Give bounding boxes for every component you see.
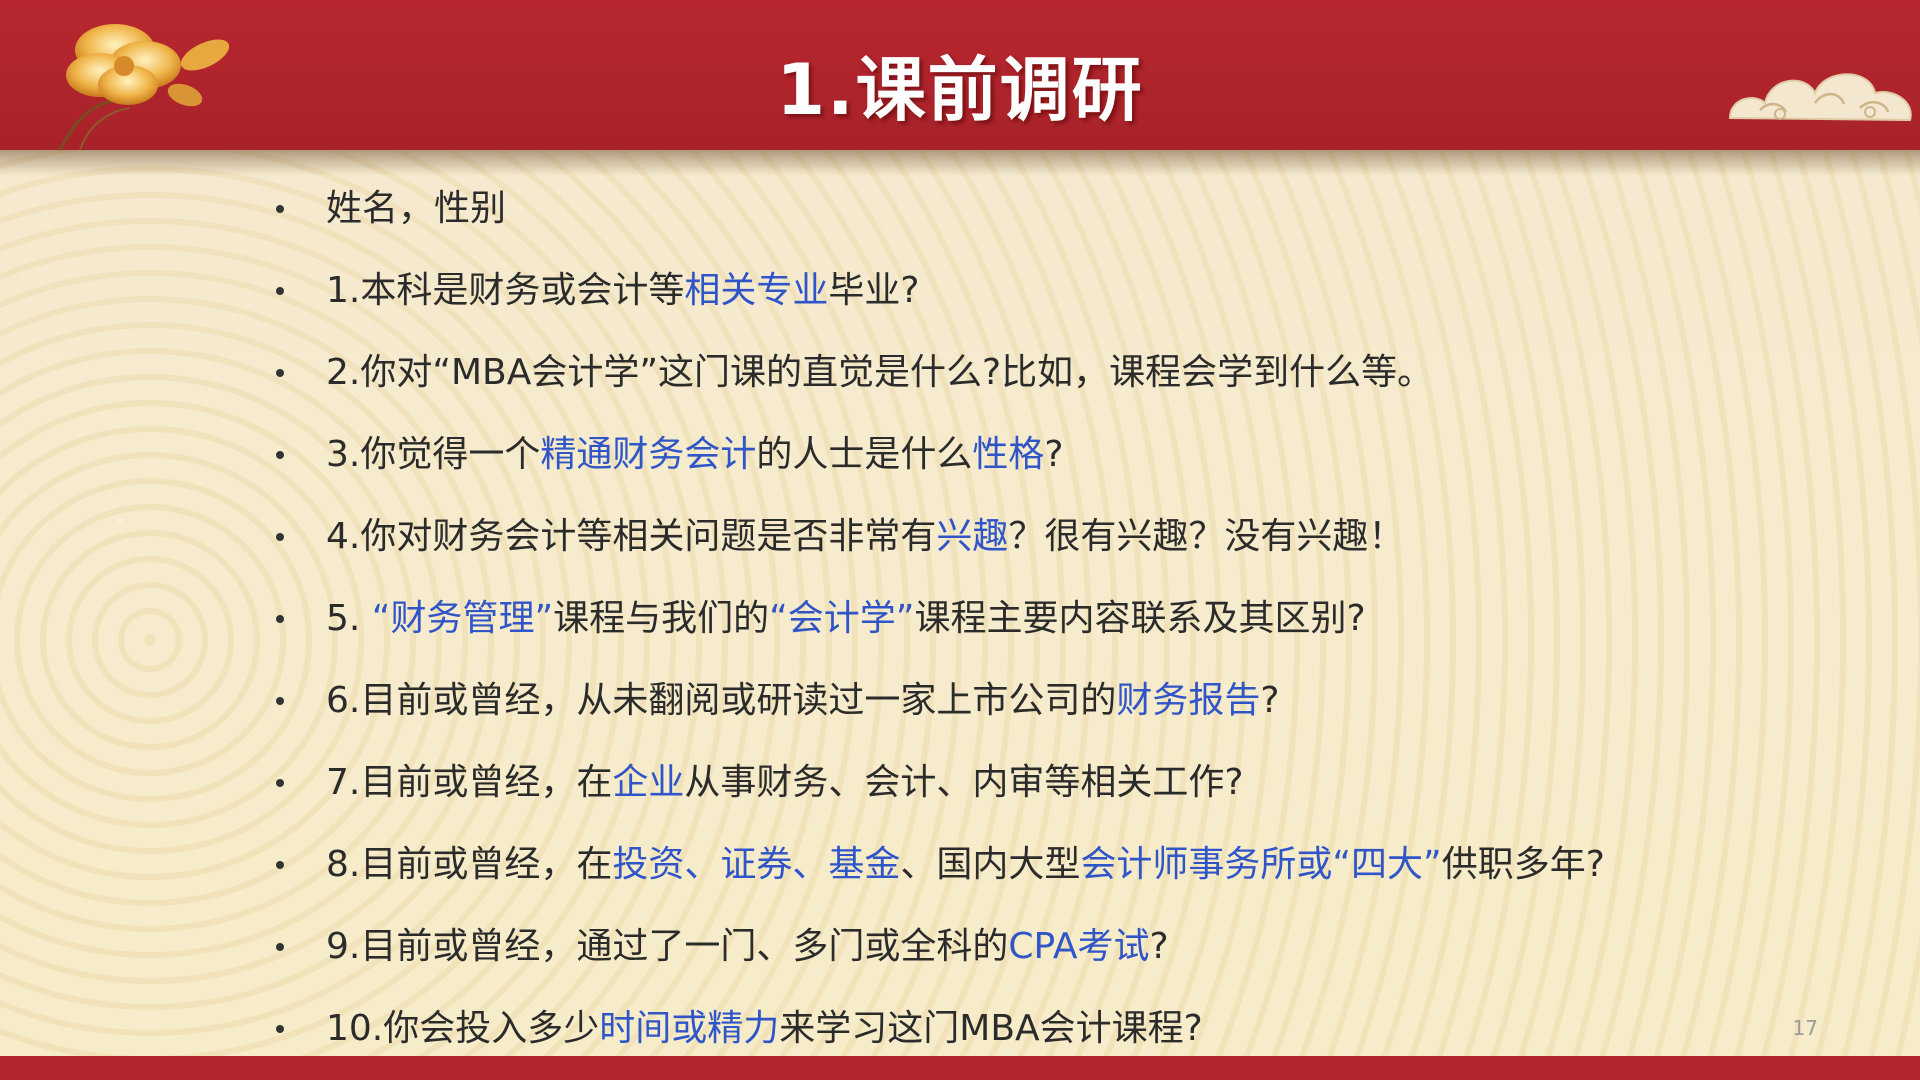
bullet-icon xyxy=(270,742,290,824)
highlighted-text: 精通财务会计 xyxy=(540,434,757,475)
text-segment: 8.目前或曾经，在 xyxy=(326,844,613,885)
highlighted-text: 财务报告 xyxy=(1116,680,1261,721)
list-item-text: 8.目前或曾经，在投资、证券、基金、国内大型会计师事务所或“四大”供职多年? xyxy=(326,824,1605,906)
text-segment: 4.你对财务会计等相关问题是否非常有 xyxy=(326,516,937,557)
slide: 1.课前调研 姓名，性别 1.本科是财务或会计等相关专业毕业? 2.你对“MBA会计… xyxy=(0,0,1920,1080)
list-item-text: 3.你觉得一个精通财务会计的人士是什么性格? xyxy=(326,414,1064,496)
text-segment: ? xyxy=(1260,680,1280,721)
text-segment: 1.本科是财务或会计等 xyxy=(326,270,685,311)
list-item-text: 7.目前或曾经，在企业从事财务、会计、内审等相关工作? xyxy=(326,742,1243,824)
list-item-text: 1.本科是财务或会计等相关专业毕业? xyxy=(326,250,919,332)
list-item: 8.目前或曾经，在投资、证券、基金、国内大型会计师事务所或“四大”供职多年? xyxy=(270,824,1870,906)
bullet-icon xyxy=(270,906,290,988)
text-segment: 3.你觉得一个 xyxy=(326,434,541,475)
text-segment: 毕业? xyxy=(828,270,920,311)
list-item: 1.本科是财务或会计等相关专业毕业? xyxy=(270,250,1870,332)
highlighted-text: 兴趣 xyxy=(936,516,1009,557)
bullet-icon xyxy=(270,660,290,742)
bullet-icon xyxy=(270,168,290,250)
text-segment: 的人士是什么 xyxy=(756,434,973,475)
list-item-text: 4.你对财务会计等相关问题是否非常有兴趣？很有兴趣？没有兴趣！ xyxy=(326,496,1404,578)
highlighted-text: 会计师事务所或“四大” xyxy=(1080,844,1442,885)
page-number: 17 xyxy=(1792,1016,1818,1040)
text-segment: 10.你会投入多少 xyxy=(326,1008,600,1049)
text-segment: 、国内大型 xyxy=(900,844,1081,885)
highlighted-text: CPA考试 xyxy=(1008,926,1150,967)
text-segment: ？很有兴趣？没有兴趣！ xyxy=(1008,516,1405,557)
text-segment: 7.目前或曾经，在 xyxy=(326,762,613,803)
list-item: 5. “财务管理”课程与我们的“会计学”课程主要内容联系及其区别? xyxy=(270,578,1870,660)
text-segment: 课程与我们的 xyxy=(553,598,770,639)
text-segment: 6.目前或曾经，从未翻阅或研读过一家上市公司的 xyxy=(326,680,1117,721)
highlighted-text: 投资、证券、基金 xyxy=(612,844,901,885)
list-item: 4.你对财务会计等相关问题是否非常有兴趣？很有兴趣？没有兴趣！ xyxy=(270,496,1870,578)
text-segment: 9.目前或曾经，通过了一门、多门或全科的 xyxy=(326,926,1009,967)
slide-title: 1.课前调研 xyxy=(776,49,1144,131)
highlighted-text: “会计学” xyxy=(769,598,915,639)
list-item-text: 6.目前或曾经，从未翻阅或研读过一家上市公司的财务报告? xyxy=(326,660,1279,742)
highlighted-text: 时间或精力 xyxy=(599,1008,780,1049)
list-item: 2.你对“MBA会计学”这门课的直觉是什么?比如，课程会学到什么等。 xyxy=(270,332,1870,414)
list-item-text: 2.你对“MBA会计学”这门课的直觉是什么?比如，课程会学到什么等。 xyxy=(326,332,1433,414)
highlighted-text: 相关专业 xyxy=(684,270,829,311)
highlighted-text: “财务管理” xyxy=(371,598,554,639)
bullet-icon xyxy=(270,250,290,332)
footer-bar xyxy=(0,1056,1920,1080)
bullet-icon xyxy=(270,578,290,660)
text-segment: 从事财务、会计、内审等相关工作? xyxy=(684,762,1244,803)
list-item-text: 9.目前或曾经，通过了一门、多门或全科的CPA考试? xyxy=(326,906,1169,988)
list-item: 9.目前或曾经，通过了一门、多门或全科的CPA考试? xyxy=(270,906,1870,988)
bullet-icon xyxy=(270,332,290,414)
list-item: 3.你觉得一个精通财务会计的人士是什么性格? xyxy=(270,414,1870,496)
text-segment: 来学习这门MBA会计课程? xyxy=(779,1008,1203,1049)
list-item: 姓名，性别 xyxy=(270,168,1870,250)
text-segment: 2.你对“MBA会计学”这门课的直觉是什么?比如，课程会学到什么等。 xyxy=(326,352,1434,393)
highlighted-text: 企业 xyxy=(612,762,685,803)
bullet-icon xyxy=(270,824,290,906)
text-segment: 课程主要内容联系及其区别? xyxy=(914,598,1366,639)
text-segment: 5. xyxy=(326,598,372,639)
highlighted-text: 性格 xyxy=(972,434,1045,475)
list-item: 7.目前或曾经，在企业从事财务、会计、内审等相关工作? xyxy=(270,742,1870,824)
text-segment: ? xyxy=(1044,434,1064,475)
list-item-text: 5. “财务管理”课程与我们的“会计学”课程主要内容联系及其区别? xyxy=(326,578,1366,660)
bullet-list: 姓名，性别 1.本科是财务或会计等相关专业毕业? 2.你对“MBA会计学”这门课的直… xyxy=(270,168,1870,1070)
bullet-icon xyxy=(270,414,290,496)
bullet-icon xyxy=(270,496,290,578)
text-segment: 姓名，性别 xyxy=(326,188,507,229)
list-item: 6.目前或曾经，从未翻阅或研读过一家上市公司的财务报告? xyxy=(270,660,1870,742)
text-segment: ? xyxy=(1149,926,1169,967)
text-segment: 供职多年? xyxy=(1441,844,1605,885)
list-item-text: 姓名，性别 xyxy=(326,168,506,250)
